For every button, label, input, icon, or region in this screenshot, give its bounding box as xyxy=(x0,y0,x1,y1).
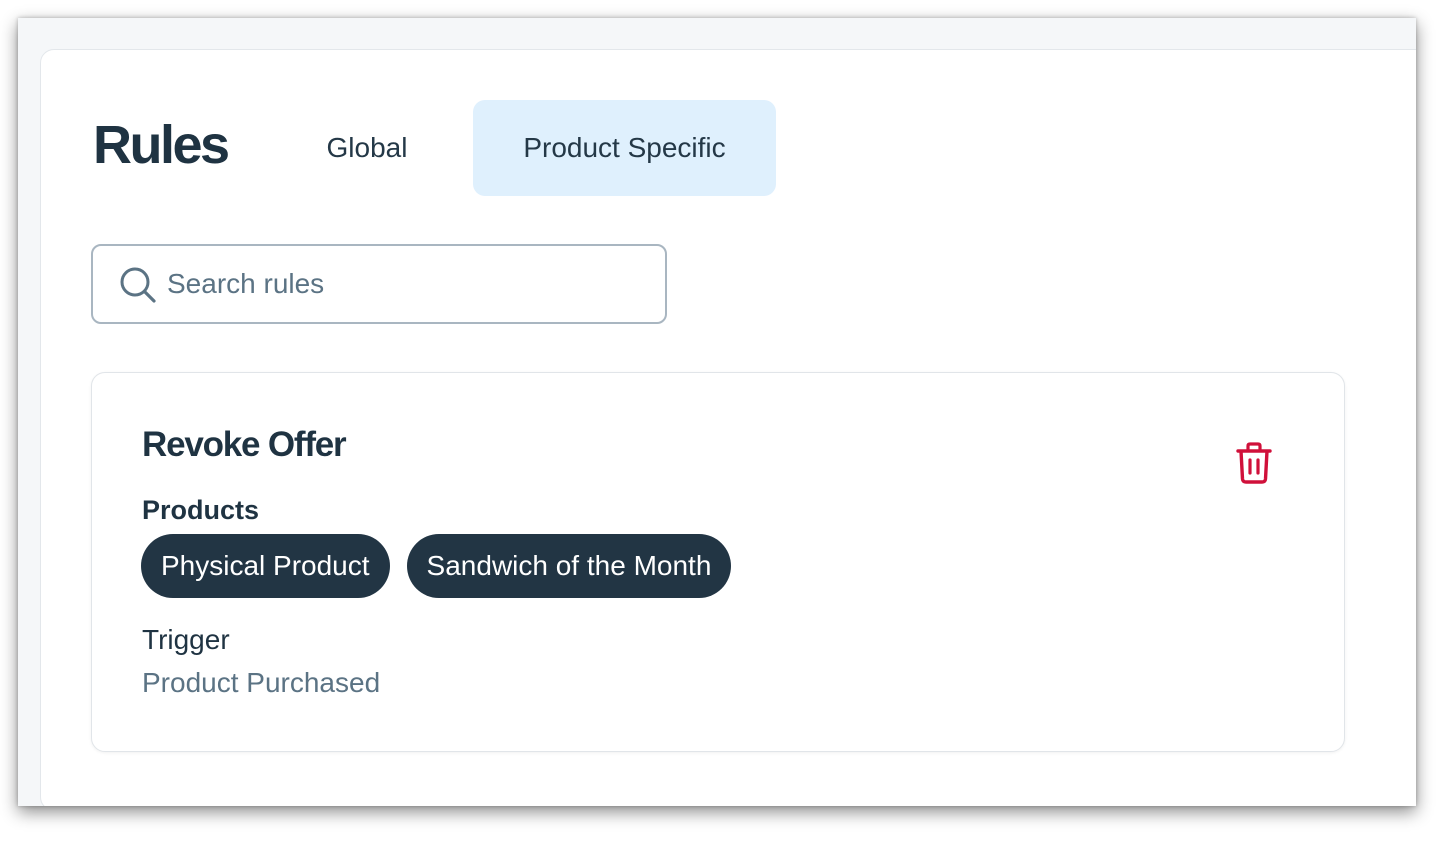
delete-rule-button[interactable] xyxy=(1234,441,1274,485)
product-chip: Physical Product xyxy=(141,534,390,598)
tab-global[interactable]: Global xyxy=(289,100,445,196)
product-chip: Sandwich of the Month xyxy=(406,534,732,598)
app-window: Rules Global Product Specific Revoke Off… xyxy=(18,18,1416,806)
product-chips: Physical Product Sandwich of the Month xyxy=(141,534,732,598)
products-label: Products xyxy=(142,495,260,525)
rules-panel: Rules Global Product Specific Revoke Off… xyxy=(40,49,1416,806)
search-icon xyxy=(120,267,156,303)
trash-icon xyxy=(1236,442,1272,484)
tab-product-specific-label: Product Specific xyxy=(523,132,726,163)
search-input[interactable] xyxy=(167,246,647,322)
search-box[interactable] xyxy=(91,244,667,324)
rule-title: Revoke Offer xyxy=(142,425,347,464)
rule-card: Revoke Offer Products Physical Product S… xyxy=(91,372,1345,752)
tab-global-label: Global xyxy=(326,132,408,163)
trigger-label: Trigger xyxy=(142,624,230,655)
trigger-value: Product Purchased xyxy=(142,667,381,698)
page-title: Rules xyxy=(93,115,230,175)
tab-product-specific[interactable]: Product Specific xyxy=(473,100,776,196)
